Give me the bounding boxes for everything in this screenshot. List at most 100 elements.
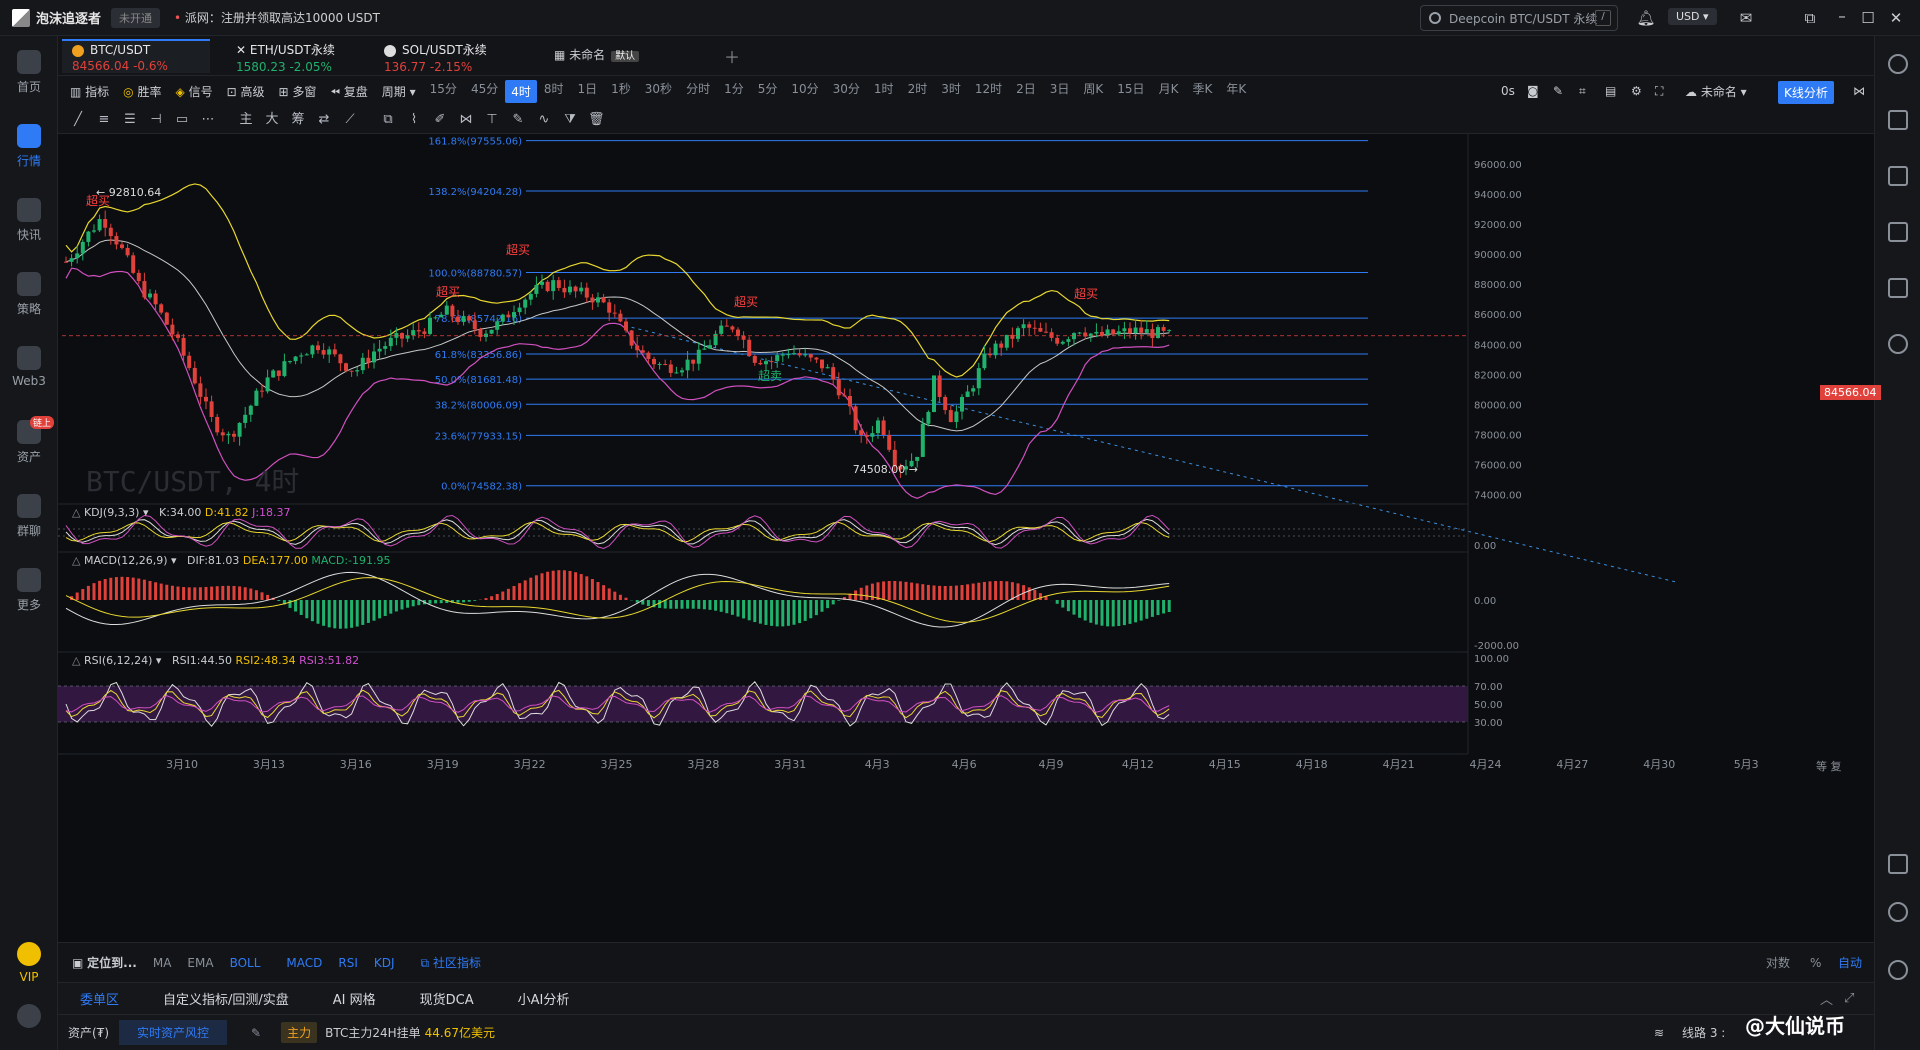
percent-scale-toggle[interactable]: % xyxy=(1802,956,1829,970)
asset-label[interactable]: 资产(₮) xyxy=(58,1024,109,1041)
period-11[interactable]: 30分 xyxy=(826,80,867,103)
close-icon[interactable]: ✕ xyxy=(1886,8,1906,28)
fullscreen-icon[interactable]: ⛶ xyxy=(1648,84,1670,99)
period-1[interactable]: 45分 xyxy=(464,80,505,103)
period-14[interactable]: 3时 xyxy=(934,80,968,103)
line-selector[interactable]: 线路 3 : xyxy=(1682,1024,1725,1041)
rsi-legend[interactable]: △ RSI(6,12,24) ▾ RSI1:44.50 RSI2:48.34 R… xyxy=(72,654,359,667)
winrate-button[interactable]: ◎ 胜率 xyxy=(116,83,168,100)
indicator-kdj[interactable]: KDJ xyxy=(366,956,403,970)
tab-sol-usdt[interactable]: SOL/USDT永续 136.77 -2.15% xyxy=(374,39,502,74)
chart-settings-icon[interactable]: ⚙ xyxy=(1624,84,1649,98)
period-13[interactable]: 2时 xyxy=(901,80,935,103)
price-chart[interactable]: 161.8%(97555.06) 138.2%(94204.28) 100.0%(8… xyxy=(58,134,1874,942)
bell-icon[interactable]: 🔔︎ xyxy=(1636,8,1656,28)
sidebar-item-market[interactable]: 行情 xyxy=(0,124,58,169)
layout-select[interactable]: ☁ 未命名 ▾ xyxy=(1678,83,1754,100)
period-7[interactable]: 分时 xyxy=(679,80,717,103)
chevron-up-icon[interactable]: ︿ xyxy=(1820,989,1833,1008)
share-icon[interactable]: ⋈ xyxy=(1846,84,1872,98)
kdj-legend[interactable]: △ KDJ(9,3,3) ▾ K:34.00 D:41.82 J:18.37 xyxy=(72,506,291,519)
tab-ai-grid[interactable]: AI 网格 xyxy=(311,989,398,1008)
macd-legend[interactable]: △ MACD(12,26,9) ▾ DIF:81.03 DEA:177.00 M… xyxy=(72,554,391,567)
maximize-icon[interactable]: ☐ xyxy=(1858,8,1878,28)
indicator-ema[interactable]: EMA xyxy=(179,956,221,970)
period-12[interactable]: 1时 xyxy=(867,80,901,103)
period-21[interactable]: 季K xyxy=(1185,80,1219,103)
advanced-button[interactable]: ⊡ 高级 xyxy=(220,83,272,100)
horizontal-ray-tool-icon[interactable]: ⊣ xyxy=(148,112,164,128)
brush-tool-icon[interactable]: ✐ xyxy=(432,112,448,128)
sidebar-item-more[interactable]: 更多 xyxy=(0,568,58,613)
replay-button[interactable]: ⏪︎ 复盘 xyxy=(323,83,374,100)
crop-icon[interactable]: ⌗ xyxy=(1572,84,1593,99)
trash-icon[interactable]: 🗑︎ xyxy=(588,112,605,128)
signal-button[interactable]: ◈ 信号 xyxy=(169,83,220,100)
measure-tool-icon[interactable]: ⟋ xyxy=(342,112,358,128)
sidebar-item-assets[interactable]: 链上 资产 xyxy=(0,416,58,465)
period-18[interactable]: 周K xyxy=(1076,80,1110,103)
sidebar-item-strategy[interactable]: 策略 xyxy=(0,272,58,317)
multi-window-button[interactable]: ⊞ 多窗 xyxy=(271,83,323,100)
minimize-icon[interactable]: – xyxy=(1832,6,1852,26)
period-4[interactable]: 1日 xyxy=(571,80,605,103)
period-3[interactable]: 8时 xyxy=(537,80,571,103)
camera-icon[interactable]: ◙ xyxy=(1520,84,1546,98)
search-input[interactable]: Deepcoin BTC/USDT 永续 / xyxy=(1420,5,1618,31)
pattern-tool-icon[interactable]: ⋈ xyxy=(458,112,474,128)
indicator-boll[interactable]: BOLL xyxy=(222,956,269,970)
tab-layout[interactable]: ▦ 未命名 默认 xyxy=(544,44,649,78)
indicators-button[interactable]: ▥ 指标 xyxy=(58,83,116,100)
sidebar-item-vip[interactable]: VIP xyxy=(0,942,58,984)
close-tab-icon[interactable]: ✕ xyxy=(236,43,250,57)
big-order-toggle[interactable]: 大 xyxy=(264,112,280,128)
period-19[interactable]: 15日 xyxy=(1110,80,1151,103)
period-8[interactable]: 1分 xyxy=(717,80,751,103)
layout-icon[interactable] xyxy=(1888,854,1908,874)
add-tab-button[interactable]: ＋ xyxy=(714,42,750,76)
edit-icon[interactable]: ✎ xyxy=(251,1026,261,1040)
log-scale-toggle[interactable]: 对数 xyxy=(1758,954,1798,971)
indicator-rsi[interactable]: RSI xyxy=(330,956,366,970)
text-tool-icon[interactable]: ⊤ xyxy=(484,112,500,128)
sidebar-item-news[interactable]: 快讯 xyxy=(0,198,58,243)
stats-icon[interactable] xyxy=(1888,278,1908,298)
chips-toggle[interactable]: 筹 xyxy=(290,112,306,128)
tab-spot-dca[interactable]: 现货DCA xyxy=(398,989,496,1008)
period-2[interactable]: 4时 xyxy=(505,79,537,103)
period-22[interactable]: 年K xyxy=(1219,80,1253,103)
period-16[interactable]: 2日 xyxy=(1009,80,1043,103)
assistant-icon[interactable] xyxy=(1888,960,1908,980)
depth-icon[interactable] xyxy=(1888,222,1908,242)
trades-icon[interactable] xyxy=(1888,166,1908,186)
mail-icon[interactable]: ✉ xyxy=(1736,8,1756,28)
indicator-macd[interactable]: MACD xyxy=(278,956,330,970)
period-10[interactable]: 10分 xyxy=(784,80,825,103)
main-force-toggle[interactable]: 主 xyxy=(238,112,254,128)
headset-icon[interactable] xyxy=(1888,902,1908,922)
period-5[interactable]: 1秒 xyxy=(604,80,638,103)
note-tool-icon[interactable]: ✎ xyxy=(510,112,526,128)
risk-control-button[interactable]: 实时资产风控 xyxy=(119,1020,228,1045)
auto-scale-toggle[interactable]: 自动 xyxy=(1830,954,1870,971)
orderbook-icon[interactable] xyxy=(1888,110,1908,130)
community-indicators[interactable]: ⧉ 社区指标 xyxy=(413,954,489,971)
draw-pen-icon[interactable]: ✎ xyxy=(1546,84,1570,98)
link-icon[interactable] xyxy=(1888,334,1908,354)
tab-eth-usdt[interactable]: ✕ ETH/USDT永续 1580.23 -2.05% xyxy=(226,39,354,74)
scale-toggle[interactable]: 等 复 xyxy=(1816,758,1842,774)
period-dropdown[interactable]: 周期 ▾ xyxy=(375,83,423,100)
rectangle-tool-icon[interactable]: ▭ xyxy=(174,112,190,128)
magnet-tool-icon[interactable]: ⧉ xyxy=(380,112,396,128)
swap-tool-icon[interactable]: ⇄ xyxy=(316,112,332,128)
trendline-tool-icon[interactable]: ╱ xyxy=(70,112,86,128)
period-20[interactable]: 月K xyxy=(1152,80,1186,103)
period-15[interactable]: 12时 xyxy=(968,80,1009,103)
curve-tool-icon[interactable]: ∿ xyxy=(536,112,552,128)
period-0[interactable]: 15分 xyxy=(423,80,464,103)
kline-analysis-button[interactable]: K线分析 xyxy=(1778,81,1834,104)
tab-btc-usdt[interactable]: BTC/USDT 84566.04 -0.6% xyxy=(62,39,210,73)
person-icon[interactable] xyxy=(1888,54,1908,74)
locate-button[interactable]: ▣ 定位到... xyxy=(58,954,145,971)
horizontal-lines-tool-icon[interactable]: ☰ xyxy=(122,112,138,128)
